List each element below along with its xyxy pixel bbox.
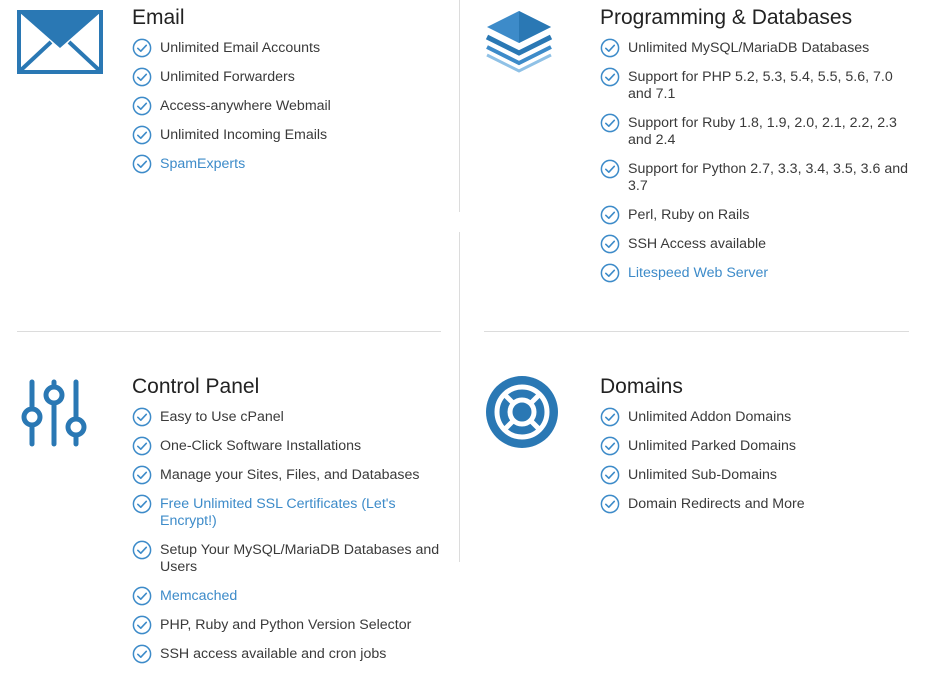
list-item: Unlimited MySQL/MariaDB Databases (600, 38, 910, 58)
feature-text: SSH Access available (628, 236, 767, 252)
list-item: Unlimited Forwarders (132, 67, 442, 87)
list-item: Support for Ruby 1.8, 1.9, 2.0, 2.1, 2.2… (600, 113, 910, 149)
check-circle-icon (600, 38, 620, 58)
feature-text: Perl, Ruby on Rails (628, 207, 750, 223)
feature-text: Unlimited Sub-Domains (628, 467, 778, 483)
feature-text: Unlimited Forwarders (160, 69, 295, 85)
check-circle-icon (600, 436, 620, 456)
list-item: Support for PHP 5.2, 5.3, 5.4, 5.5, 5.6,… (600, 67, 910, 103)
database-layers-icon (485, 9, 553, 78)
check-circle-icon (600, 234, 620, 254)
feature-list-email: Unlimited Email Accounts Unlimited Forwa… (132, 38, 442, 174)
feature-text: Domain Redirects and More (628, 496, 805, 512)
list-item: Unlimited Addon Domains (600, 407, 910, 427)
check-circle-icon (132, 407, 152, 427)
feature-text: Access-anywhere Webmail (160, 98, 331, 114)
check-circle-icon (600, 407, 620, 427)
feature-text: Unlimited Incoming Emails (160, 127, 328, 143)
list-item: SSH Access available (600, 234, 910, 254)
feature-text: Support for Python 2.7, 3.3, 3.4, 3.5, 3… (628, 161, 909, 194)
feature-text: Unlimited Email Accounts (160, 40, 321, 56)
list-item: Setup Your MySQL/MariaDB Databases and U… (132, 540, 444, 576)
feature-text: Setup Your MySQL/MariaDB Databases and U… (160, 542, 440, 575)
sliders-icon (16, 379, 92, 452)
feature-text: Support for Ruby 1.8, 1.9, 2.0, 2.1, 2.2… (628, 115, 897, 148)
check-circle-icon (132, 644, 152, 664)
check-circle-icon (600, 494, 620, 514)
list-item: Access-anywhere Webmail (132, 96, 442, 116)
horizontal-divider-right (484, 331, 909, 332)
check-circle-icon (132, 96, 152, 116)
check-circle-icon (600, 205, 620, 225)
check-circle-icon (132, 494, 152, 514)
spamexperts-link[interactable]: SpamExperts (160, 156, 245, 172)
horizontal-divider-left (17, 331, 441, 332)
list-item[interactable]: Litespeed Web Server (600, 263, 910, 283)
list-item: Domain Redirects and More (600, 494, 910, 514)
envelope-icon (17, 10, 103, 79)
list-item: Support for Python 2.7, 3.3, 3.4, 3.5, 3… (600, 159, 910, 195)
feature-text: SSH access available and cron jobs (160, 646, 387, 662)
list-item[interactable]: Memcached (132, 586, 444, 606)
feature-text: Unlimited MySQL/MariaDB Databases (628, 40, 870, 56)
feature-list-programming: Unlimited MySQL/MariaDB Databases Suppor… (600, 38, 910, 283)
list-item: Easy to Use cPanel (132, 407, 444, 427)
check-circle-icon (600, 159, 620, 179)
list-item: Unlimited Parked Domains (600, 436, 910, 456)
litespeed-link[interactable]: Litespeed Web Server (628, 265, 768, 281)
check-circle-icon (600, 67, 620, 87)
check-circle-icon (132, 465, 152, 485)
check-circle-icon (132, 615, 152, 635)
list-item[interactable]: Free Unlimited SSL Certificates (Let's E… (132, 494, 444, 530)
feature-text: Unlimited Parked Domains (628, 438, 796, 454)
check-circle-icon (132, 154, 152, 174)
feature-text: One-Click Software Installations (160, 438, 362, 454)
ssl-certificates-link[interactable]: Free Unlimited SSL Certificates (Let's E… (160, 496, 396, 529)
list-item: One-Click Software Installations (132, 436, 444, 456)
memcached-link[interactable]: Memcached (160, 588, 237, 604)
feature-text: Unlimited Addon Domains (628, 409, 792, 425)
list-item[interactable]: SpamExperts (132, 154, 442, 174)
section-title-email: Email (132, 6, 185, 29)
check-circle-icon (600, 263, 620, 283)
check-circle-icon (600, 465, 620, 485)
vertical-divider-top (459, 0, 460, 212)
section-title-programming: Programming & Databases (600, 6, 853, 29)
check-circle-icon (132, 436, 152, 456)
feature-text: Support for PHP 5.2, 5.3, 5.4, 5.5, 5.6,… (628, 69, 893, 102)
check-circle-icon (132, 67, 152, 87)
section-title-domains: Domains (600, 375, 683, 398)
feature-list-domains: Unlimited Addon Domains Unlimited Parked… (600, 407, 910, 514)
check-circle-icon (132, 38, 152, 58)
list-item: Perl, Ruby on Rails (600, 205, 910, 225)
feature-list-control-panel: Easy to Use cPanel One-Click Software In… (132, 407, 444, 664)
list-item: Unlimited Email Accounts (132, 38, 442, 58)
list-item: Unlimited Sub-Domains (600, 465, 910, 485)
check-circle-icon (132, 586, 152, 606)
vertical-divider-bottom (459, 232, 460, 562)
feature-text: Easy to Use cPanel (160, 409, 284, 425)
list-item: SSH access available and cron jobs (132, 644, 444, 664)
list-item: Unlimited Incoming Emails (132, 125, 442, 145)
feature-text: PHP, Ruby and Python Version Selector (160, 617, 412, 633)
check-circle-icon (132, 540, 152, 560)
check-circle-icon (600, 113, 620, 133)
list-item: PHP, Ruby and Python Version Selector (132, 615, 444, 635)
section-title-control-panel: Control Panel (132, 375, 260, 398)
check-circle-icon (132, 125, 152, 145)
lifebuoy-icon (485, 375, 559, 454)
feature-text: Manage your Sites, Files, and Databases (160, 467, 420, 483)
list-item: Manage your Sites, Files, and Databases (132, 465, 444, 485)
